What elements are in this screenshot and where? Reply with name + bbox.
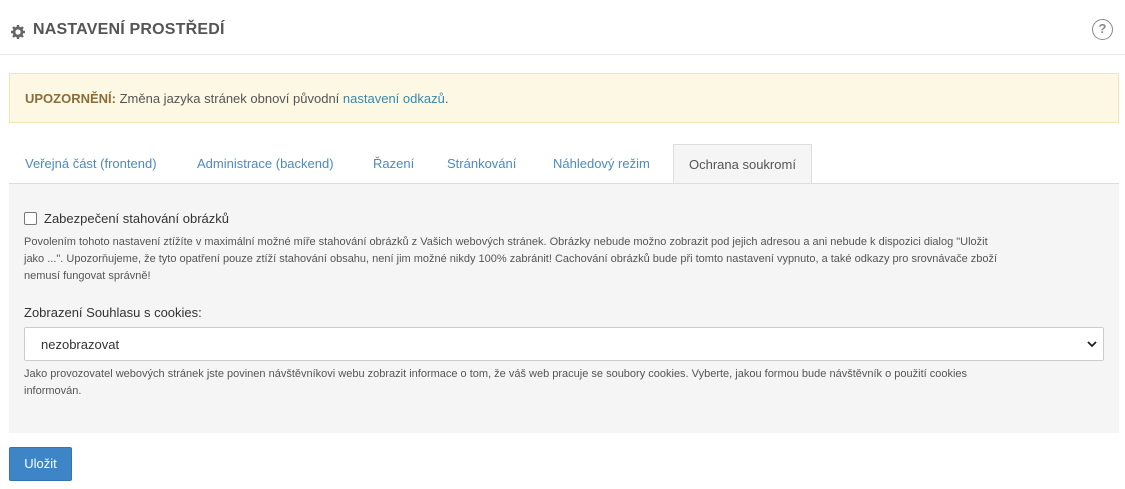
image-protection-checkbox[interactable] — [24, 212, 37, 225]
alert-text: Změna jazyka stránek obnoví původní — [116, 91, 343, 106]
help-line: informován. — [24, 385, 82, 397]
help-line: Povolením tohoto nastavení ztížíte v max… — [24, 236, 988, 248]
help-line: jako ...". Upozorňujeme, že tyto opatřen… — [24, 253, 998, 265]
image-protection-label[interactable]: Zabezpečení stahování obrázků — [44, 211, 229, 226]
help-icon[interactable]: ? — [1092, 19, 1113, 40]
settings-tabs: Veřejná část (frontend) Administrace (ba… — [9, 144, 1119, 184]
page-header: NASTAVENÍ PROSTŘEDÍ ? — [0, 0, 1125, 55]
image-protection-help: Povolením tohoto nastavení ztížíte v max… — [24, 234, 1109, 285]
tab-sorting[interactable]: Řazení — [373, 144, 414, 184]
alert-strong: UPOZORNĚNÍ: — [25, 91, 116, 106]
tab-panel-privacy: Zabezpečení stahování obrázků Povolením … — [9, 183, 1119, 433]
gear-icon — [11, 25, 25, 39]
help-line: Jako provozovatel webových stránek jste … — [24, 368, 968, 380]
link-settings[interactable]: nastavení odkazů — [343, 91, 445, 106]
tab-paging[interactable]: Stránkování — [447, 144, 516, 184]
tab-frontend[interactable]: Veřejná část (frontend) — [25, 144, 157, 184]
cookies-help: Jako provozovatel webových stránek jste … — [24, 366, 1109, 400]
image-protection-row: Zabezpečení stahování obrázků — [24, 211, 229, 226]
help-line: nemusí fungovat správně! — [24, 270, 151, 282]
tab-privacy[interactable]: Ochrana soukromí — [673, 144, 812, 184]
save-button[interactable]: Uložit — [9, 447, 72, 481]
page-title: NASTAVENÍ PROSTŘEDÍ — [33, 21, 225, 38]
alert-message: UPOZORNĚNÍ: Změna jazyka stránek obnoví … — [25, 91, 448, 106]
cookies-consent-select[interactable]: nezobrazovat — [24, 327, 1104, 361]
chevron-down-icon — [1087, 341, 1097, 348]
warning-alert: UPOZORNĚNÍ: Změna jazyka stránek obnoví … — [9, 73, 1119, 123]
tab-preview-mode[interactable]: Náhledový režim — [553, 144, 650, 184]
tab-backend[interactable]: Administrace (backend) — [197, 144, 334, 184]
cookies-consent-value: nezobrazovat — [41, 337, 120, 352]
cookies-consent-label: Zobrazení Souhlasu s cookies: — [24, 305, 202, 320]
alert-end: . — [444, 91, 449, 106]
